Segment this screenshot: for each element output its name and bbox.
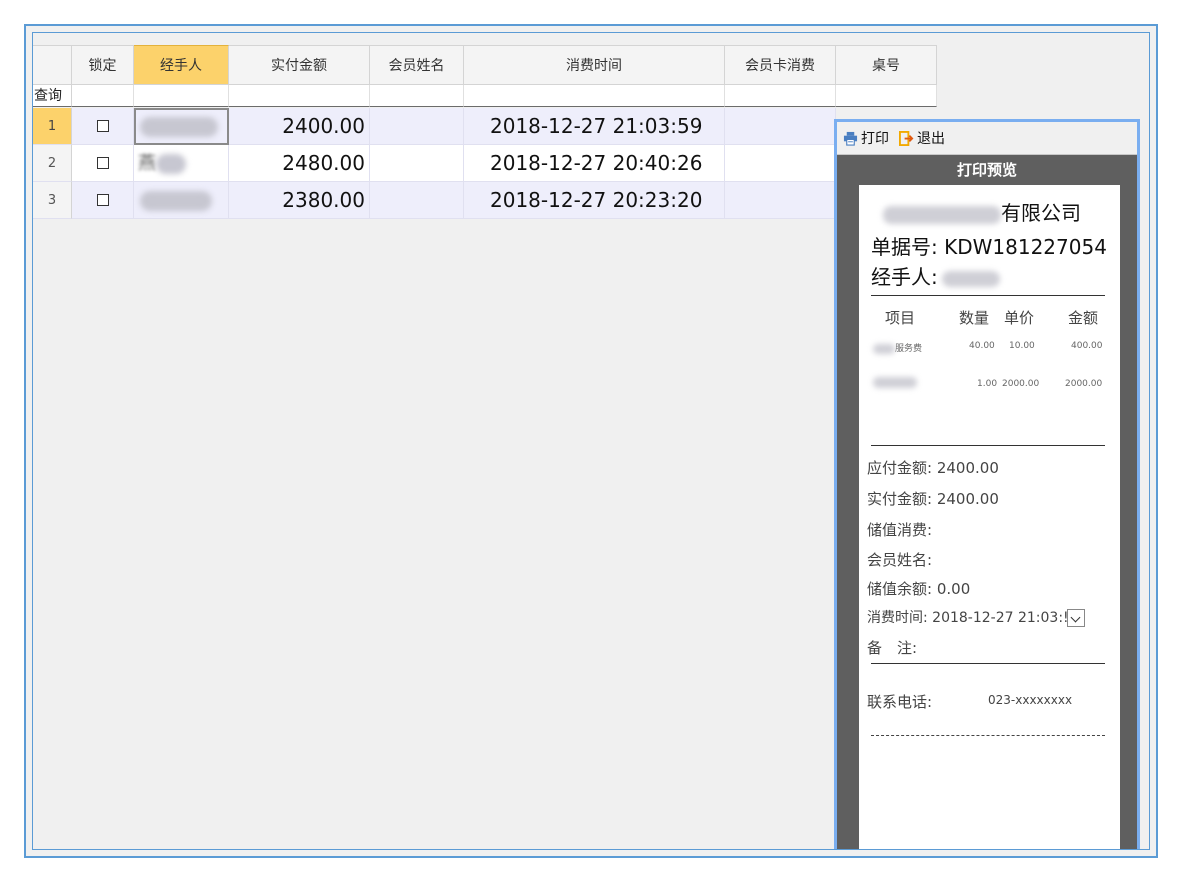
note-line: 备 注:	[867, 639, 918, 657]
header-card[interactable]: 会员卡消费	[725, 45, 836, 85]
dashed-divider	[871, 735, 1105, 736]
checkbox-icon[interactable]	[96, 120, 109, 132]
item-name	[873, 377, 917, 388]
stored-line: 储值消费:	[867, 521, 933, 539]
card-cell[interactable]	[725, 145, 836, 182]
contact-phone: 023-xxxxxxxx	[988, 693, 1073, 707]
member-cell[interactable]	[370, 108, 464, 145]
paid-line: 实付金额: 2400.00	[867, 490, 999, 508]
item-name: 服务费	[873, 341, 922, 354]
divider	[871, 295, 1105, 296]
card-cell[interactable]	[725, 108, 836, 145]
items-header-price: 单价	[1004, 309, 1035, 327]
handler-fragment: 燕	[138, 153, 156, 174]
time-dropdown-icon[interactable]	[1066, 609, 1085, 627]
query-time-filter[interactable]	[464, 85, 725, 107]
checkbox-icon[interactable]	[96, 194, 109, 206]
exit-label: 退出	[917, 131, 945, 147]
redacted-name	[156, 154, 186, 174]
payable-line: 应付金额: 2400.00	[867, 459, 999, 477]
query-card-filter[interactable]	[725, 85, 836, 107]
company-name: 有限公司	[883, 197, 1081, 226]
preview-area: 打印预览 有限公司 单据号: KDW181227054 经手人: 项目 数量 单…	[837, 155, 1137, 849]
query-paid-filter[interactable]	[229, 85, 370, 107]
exit-icon	[899, 130, 914, 146]
divider	[871, 663, 1105, 664]
member-line: 会员姓名:	[867, 551, 933, 569]
main-window: 锁定 经手人 实付金额 会员姓名 消费时间 会员卡消费 桌号 查询 1 2400…	[24, 24, 1158, 858]
grid-header: 锁定 经手人 实付金额 会员姓名 消费时间 会员卡消费 桌号	[33, 45, 937, 85]
preview-toolbar: 打印 退出	[837, 122, 1137, 155]
redacted-name	[140, 117, 218, 137]
header-lock[interactable]: 锁定	[72, 45, 134, 85]
preview-title: 打印预览	[956, 161, 1017, 179]
paid-cell[interactable]: 2400.00	[229, 108, 370, 145]
item-qty: 1.00	[977, 379, 998, 389]
item-price: 2000.00	[1002, 379, 1040, 389]
redacted-item	[873, 343, 895, 354]
handler-cell[interactable]	[134, 182, 229, 219]
print-button[interactable]: 打印	[843, 128, 889, 148]
lock-checkbox[interactable]	[72, 145, 134, 182]
query-handler-filter[interactable]	[134, 85, 229, 107]
items-header-qty: 数量	[959, 309, 990, 327]
items-header-amount: 金额	[1068, 309, 1099, 327]
divider	[871, 445, 1105, 446]
table-row[interactable]: 2 燕 2480.00 2018-12-27 20:40:26	[33, 145, 836, 182]
contact-label: 联系电话:	[867, 693, 933, 711]
table-row[interactable]: 1 2400.00 2018-12-27 21:03:59	[33, 108, 836, 145]
window-content: 锁定 经手人 实付金额 会员姓名 消费时间 会员卡消费 桌号 查询 1 2400…	[32, 32, 1150, 850]
table-row[interactable]: 3 2380.00 2018-12-27 20:23:20	[33, 182, 836, 219]
item-qty: 40.00	[969, 341, 995, 351]
printer-icon	[843, 131, 858, 146]
query-row: 查询	[33, 85, 937, 107]
member-cell[interactable]	[370, 182, 464, 219]
time-line: 消费时间: 2018-12-27 21:03:!	[867, 607, 1085, 627]
items-header-item: 项目	[885, 309, 916, 327]
lock-checkbox[interactable]	[72, 108, 134, 145]
query-label: 查询	[33, 85, 72, 107]
balance-line: 储值余额: 0.00	[867, 580, 971, 598]
query-member-filter[interactable]	[370, 85, 464, 107]
query-lock-filter[interactable]	[72, 85, 134, 107]
redacted-company	[883, 205, 1001, 224]
print-label: 打印	[861, 131, 889, 147]
handler-cell[interactable]	[134, 108, 229, 145]
card-cell[interactable]	[725, 182, 836, 219]
row-number[interactable]: 3	[33, 182, 72, 219]
row-number[interactable]: 1	[33, 108, 72, 145]
item-price: 10.00	[1009, 341, 1035, 351]
member-cell[interactable]	[370, 145, 464, 182]
header-time[interactable]: 消费时间	[464, 45, 725, 85]
checkbox-icon[interactable]	[96, 157, 109, 169]
receipt-handler: 经手人:	[871, 261, 1000, 290]
header-paid[interactable]: 实付金额	[229, 45, 370, 85]
item-amount: 2000.00	[1065, 379, 1103, 389]
exit-button[interactable]: 退出	[899, 128, 945, 148]
header-table[interactable]: 桌号	[836, 45, 937, 85]
redacted-item	[873, 377, 917, 388]
time-cell[interactable]: 2018-12-27 20:40:26	[464, 145, 725, 182]
print-preview-panel: 打印 退出 打印预览 有限公司 单据号: KDW181227054 经手人: 项…	[834, 119, 1140, 849]
receipt-number: 单据号: KDW181227054	[871, 235, 1107, 259]
time-cell[interactable]: 2018-12-27 20:23:20	[464, 182, 725, 219]
paid-cell[interactable]: 2480.00	[229, 145, 370, 182]
query-table-filter[interactable]	[836, 85, 937, 107]
row-number[interactable]: 2	[33, 145, 72, 182]
redacted-name	[140, 191, 212, 211]
header-handler[interactable]: 经手人	[134, 45, 229, 85]
time-cell[interactable]: 2018-12-27 21:03:59	[464, 108, 725, 145]
receipt-paper: 有限公司 单据号: KDW181227054 经手人: 项目 数量 单价 金额 …	[859, 185, 1120, 849]
lock-checkbox[interactable]	[72, 182, 134, 219]
paid-cell[interactable]: 2380.00	[229, 182, 370, 219]
header-member[interactable]: 会员姓名	[370, 45, 464, 85]
item-amount: 400.00	[1071, 341, 1103, 351]
handler-cell[interactable]: 燕	[134, 145, 229, 182]
header-rownum	[33, 45, 72, 85]
redacted-handler	[941, 270, 1000, 287]
